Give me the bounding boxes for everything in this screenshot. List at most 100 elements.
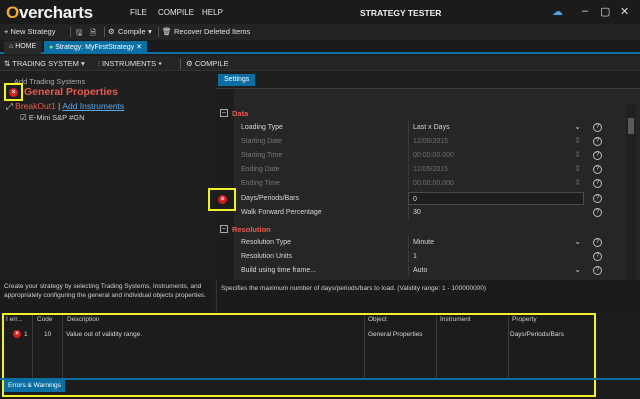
row-starting-time[interactable]: Starting Time 00:00:00.000 ⇕ ? xyxy=(236,149,604,163)
spinner-icon[interactable]: ⇕ xyxy=(574,178,581,187)
help-icon[interactable]: ? xyxy=(593,123,602,132)
toolbar-separator xyxy=(180,59,181,69)
help-icon[interactable]: ? xyxy=(593,238,602,247)
minimize-icon[interactable]: – xyxy=(582,5,588,17)
cell-code: 10 xyxy=(44,331,52,338)
strategy-toolbar: ⇅ TRADING SYSTEM ▾ ⫶ INSTRUMENTS ▾ ⚙ COM… xyxy=(0,56,640,71)
spinner-icon[interactable]: ⇕ xyxy=(574,136,581,145)
row-build-using[interactable]: Build using time frame... Auto ⌄ ? xyxy=(236,264,604,278)
chevron-down-icon[interactable]: ⌄ xyxy=(574,265,581,274)
resolution-units-input[interactable]: 1 xyxy=(408,250,584,263)
add-instruments-link[interactable]: Add Instruments xyxy=(62,101,124,111)
menu-file[interactable]: FILE xyxy=(130,8,147,17)
menu-help[interactable]: HELP xyxy=(202,8,223,17)
close-icon[interactable]: ✕ xyxy=(620,5,629,18)
days-periods-bars-input[interactable]: 0 xyxy=(408,192,584,205)
row-ending-time[interactable]: Ending Time 00:00:00.000 ⇕ ? xyxy=(236,177,604,191)
starting-date-field[interactable]: 12/05/2015 ⇕ xyxy=(408,135,584,148)
section-data[interactable]: – Data xyxy=(218,106,598,120)
help-icon[interactable]: ? xyxy=(593,165,602,174)
row-ending-date[interactable]: Ending Date 12/05/2015 ⇕ ? xyxy=(236,163,604,177)
row-resolution-units[interactable]: Resolution Units 1 ? xyxy=(236,250,604,264)
instruments-menu[interactable]: ⫶ INSTRUMENTS ▾ xyxy=(98,59,162,69)
error-icon: × xyxy=(9,88,18,97)
tab-home[interactable]: ⌂ HOME xyxy=(4,41,42,54)
chevron-down-icon[interactable]: ⌄ xyxy=(574,122,581,131)
section-resolution-label: Resolution xyxy=(232,225,271,234)
help-icon[interactable]: ? xyxy=(593,151,602,160)
compile-button[interactable]: Compile xyxy=(118,27,146,36)
prop-value: 0 xyxy=(413,196,417,203)
prop-value: Last x Days xyxy=(413,124,450,131)
cell-description: Value out of validity range. xyxy=(66,331,143,338)
col-header-property[interactable]: Property xyxy=(512,316,537,326)
tab-settings[interactable]: Settings xyxy=(218,74,256,86)
column-divider xyxy=(32,315,33,379)
error-icon: × xyxy=(218,195,227,204)
ending-date-field[interactable]: 12/05/2015 ⇕ xyxy=(408,163,584,176)
prop-name: Starting Time xyxy=(241,152,283,159)
prop-value: 30 xyxy=(413,209,421,216)
new-strategy-button[interactable]: + New Strategy xyxy=(4,27,55,36)
cell-property: Days/Periods/Bars xyxy=(510,331,564,338)
resolution-type-select[interactable]: Minute ⌄ xyxy=(408,236,584,249)
walk-forward-input[interactable]: 30 xyxy=(408,206,584,219)
prop-value: 00:00:00.000 xyxy=(413,152,454,159)
prop-value: Auto xyxy=(413,267,428,274)
row-starting-date[interactable]: Starting Date 12/05/2015 ⇕ ? xyxy=(236,135,604,149)
breakout-item[interactable]: ⤢ BreakOut1 | Add Instruments xyxy=(6,101,124,112)
tab-strategy[interactable]: ● Strategy: MyFirstStrategy ✕ xyxy=(44,41,147,54)
col-header-index[interactable]: I err... xyxy=(6,316,23,326)
prop-name: Build using time frame... xyxy=(241,267,317,274)
error-icon: × xyxy=(13,330,21,338)
scrollbar-thumb[interactable] xyxy=(628,118,634,134)
instruments-label: INSTRUMENTS xyxy=(101,59,157,68)
trading-system-menu[interactable]: ⇅ TRADING SYSTEM ▾ xyxy=(4,59,85,68)
help-icon[interactable]: ? xyxy=(593,208,602,217)
save-as-icon[interactable]: 🗎 xyxy=(90,27,96,40)
col-header-instrument[interactable]: Instrument xyxy=(440,316,471,326)
settings-scrollbar[interactable] xyxy=(626,104,636,280)
maximize-icon[interactable]: ▢ xyxy=(600,5,610,18)
trading-system-label: TRADING SYSTEM xyxy=(12,59,79,68)
cloud-icon[interactable]: ☁ xyxy=(552,5,563,18)
section-resolution[interactable]: – Resolution xyxy=(218,222,598,236)
col-header-description[interactable]: Description xyxy=(67,316,100,326)
instrument-label: E-Mini S&P #GN xyxy=(28,113,85,122)
help-icon[interactable]: ? xyxy=(593,266,602,275)
prop-value: Minute xyxy=(413,239,435,246)
row-resolution-type[interactable]: Resolution Type Minute ⌄ ? xyxy=(236,236,604,250)
compile-menu[interactable]: ⚙ COMPILE xyxy=(186,59,229,68)
recover-deleted-button[interactable]: Recover Deleted Items xyxy=(174,27,250,36)
row-walk-forward[interactable]: Walk Forward Percentage 30 ? xyxy=(236,206,604,220)
prop-value: 00:00:00.000 xyxy=(413,180,454,187)
spinner-icon[interactable]: ⇕ xyxy=(574,150,581,159)
add-trading-systems-link[interactable]: Add Trading Systems xyxy=(14,77,85,86)
row-days-periods-bars[interactable]: Days/Periods/Bars 0 ? xyxy=(236,192,604,206)
build-using-select[interactable]: Auto ⌄ xyxy=(408,264,584,277)
menu-compile[interactable]: COMPILE xyxy=(158,8,194,17)
help-icon[interactable]: ? xyxy=(593,252,602,261)
collapse-icon[interactable]: – xyxy=(220,225,228,233)
general-properties-item[interactable]: General Properties xyxy=(24,86,118,98)
help-icon[interactable]: ? xyxy=(593,179,602,188)
tab-close-icon[interactable]: ✕ xyxy=(136,44,142,51)
table-row[interactable]: × 1 10 Value out of validity range. Gene… xyxy=(4,329,594,341)
collapse-icon[interactable]: – xyxy=(220,109,228,117)
chevron-down-icon[interactable]: ▾ xyxy=(148,27,152,36)
column-divider xyxy=(62,315,63,379)
ending-time-field[interactable]: 00:00:00.000 ⇕ xyxy=(408,177,584,190)
spinner-icon[interactable]: ⇕ xyxy=(574,164,581,173)
tab-errors-warnings[interactable]: Errors & Warnings xyxy=(4,380,65,392)
save-icon[interactable]: 🖫 xyxy=(76,27,82,40)
col-header-object[interactable]: Object xyxy=(368,316,387,326)
loading-type-select[interactable]: Last x Days ⌄ xyxy=(408,121,584,134)
help-icon[interactable]: ? xyxy=(593,137,602,146)
starting-time-field[interactable]: 00:00:00.000 ⇕ xyxy=(408,149,584,162)
help-icon[interactable]: ? xyxy=(593,194,602,203)
prop-value: 12/05/2015 xyxy=(413,166,449,173)
chevron-down-icon[interactable]: ⌄ xyxy=(574,237,581,246)
instrument-item[interactable]: ☑ E-Mini S&P #GN xyxy=(20,113,85,122)
col-header-code[interactable]: Code xyxy=(37,316,53,326)
row-loading-type[interactable]: Loading Type Last x Days ⌄ ? xyxy=(236,121,604,135)
